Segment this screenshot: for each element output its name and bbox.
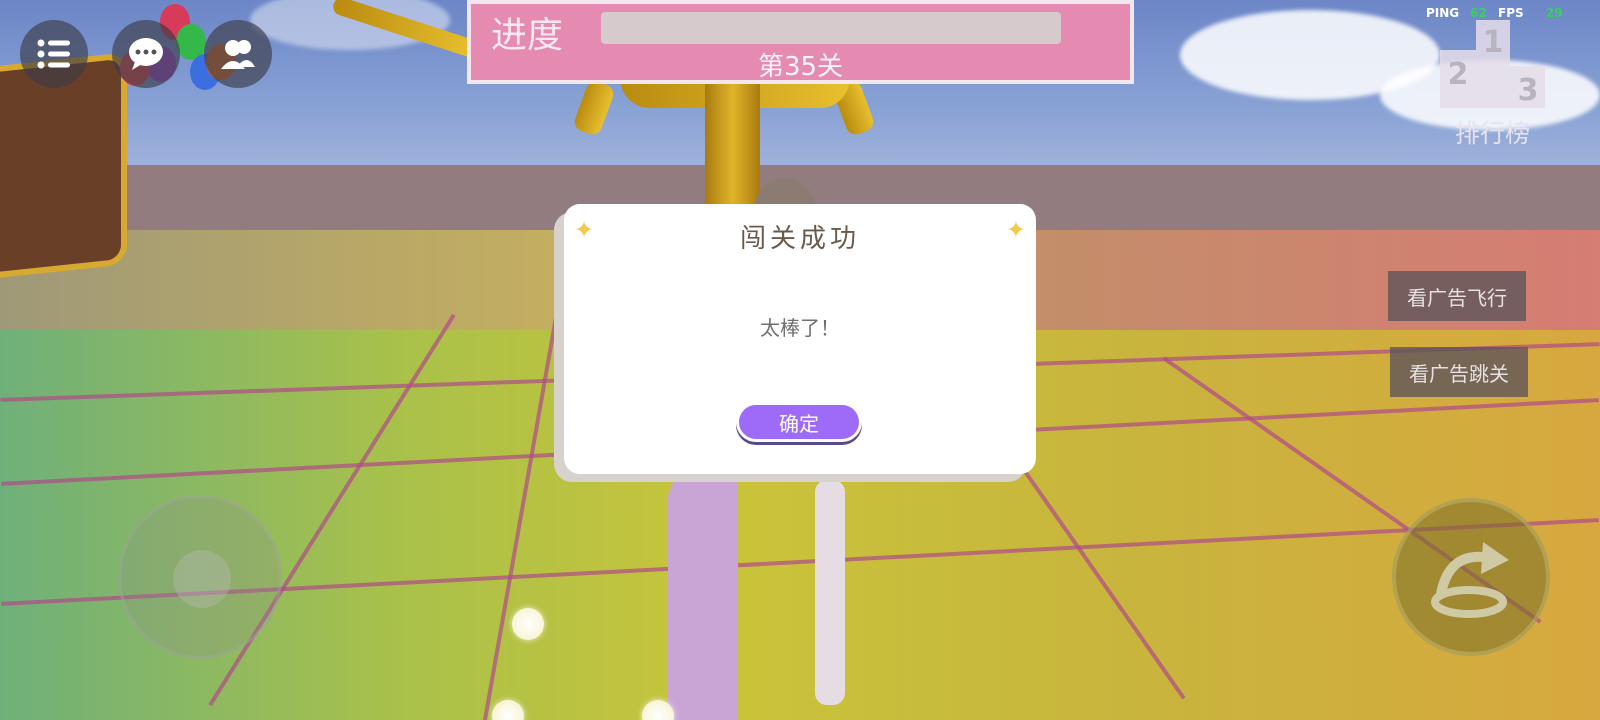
level-number: 第35关 bbox=[757, 52, 844, 82]
jump-icon bbox=[1431, 542, 1509, 618]
chat-button[interactable] bbox=[112, 20, 180, 88]
watch-ad-fly-button[interactable]: 看广告飞行 bbox=[1388, 271, 1526, 321]
level-progress-panel: 进度 第35关 bbox=[467, 0, 1134, 84]
friends-icon bbox=[221, 40, 255, 69]
menu-button[interactable] bbox=[20, 20, 88, 88]
svg-text:3: 3 bbox=[1518, 73, 1539, 108]
jump-button[interactable] bbox=[1392, 498, 1550, 656]
light-orb bbox=[512, 608, 544, 640]
ping-label: PING bbox=[1426, 6, 1460, 20]
watch-ad-skip-level-button[interactable]: 看广告跳关 bbox=[1390, 347, 1528, 397]
dialog-message: 太棒了！ bbox=[760, 316, 840, 340]
svg-text:2: 2 bbox=[1448, 57, 1469, 92]
friends-button[interactable] bbox=[204, 20, 272, 88]
fps-value: 29 bbox=[1546, 6, 1563, 20]
level-complete-dialog: ✦ ✦ 闯关成功 太棒了！ 确定 bbox=[564, 204, 1036, 474]
character-leg bbox=[815, 480, 845, 705]
fps-label: FPS bbox=[1498, 6, 1524, 20]
joystick-knob[interactable] bbox=[173, 550, 231, 608]
trophy-stem bbox=[705, 70, 760, 210]
progress-bar bbox=[601, 12, 1061, 44]
movement-joystick[interactable] bbox=[118, 495, 282, 659]
leaderboard-podium-icon: 1 2 3 bbox=[1440, 20, 1545, 108]
leaderboard-label[interactable]: 排行榜 bbox=[1440, 114, 1545, 150]
ping-value: 62 bbox=[1470, 6, 1487, 20]
menu-icon bbox=[37, 39, 70, 69]
confirm-button[interactable]: 确定 bbox=[736, 402, 862, 442]
leaderboard-button[interactable]: 1 2 3 bbox=[1440, 20, 1545, 108]
dialog-title: 闯关成功 bbox=[739, 224, 860, 254]
chat-icon bbox=[129, 38, 163, 70]
character-dress bbox=[668, 470, 738, 720]
svg-text:1: 1 bbox=[1483, 25, 1504, 60]
